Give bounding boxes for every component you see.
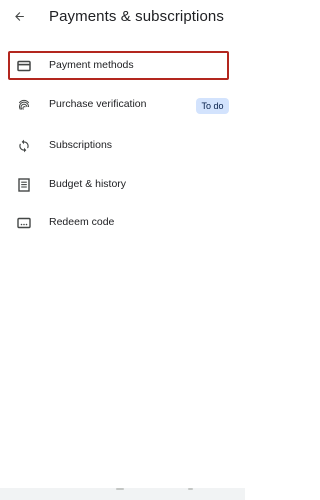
app-bar: Payments & subscriptions [0, 0, 245, 36]
menu-item-subscriptions[interactable]: Subscriptions [0, 131, 245, 161]
menu-item-label: Redeem code [49, 216, 115, 228]
back-button[interactable] [8, 5, 30, 27]
menu-item-label: Budget & history [49, 178, 127, 190]
bottom-bar-mark [116, 488, 124, 490]
menu-item-purchase-verification[interactable]: Purchase verification To do [0, 90, 245, 120]
menu-item-label: Payment methods [49, 59, 134, 71]
bottom-bar-mark [188, 488, 193, 490]
bottom-bar [0, 488, 245, 500]
todo-badge: To do [196, 98, 229, 114]
menu-item-redeem-code[interactable]: Redeem code [0, 208, 245, 238]
menu-item-payment-methods[interactable]: Payment methods [0, 51, 245, 81]
fingerprint-icon [16, 97, 32, 113]
sync-icon [16, 138, 32, 154]
page-title: Payments & subscriptions [49, 8, 224, 25]
menu-item-label: Subscriptions [49, 139, 113, 151]
redeem-code-icon [16, 215, 32, 231]
credit-card-icon [16, 58, 32, 74]
menu-item-label: Purchase verification [49, 98, 147, 110]
receipt-icon [16, 177, 32, 193]
menu-item-budget-history[interactable]: Budget & history [0, 170, 245, 200]
arrow-back-icon [14, 11, 24, 21]
